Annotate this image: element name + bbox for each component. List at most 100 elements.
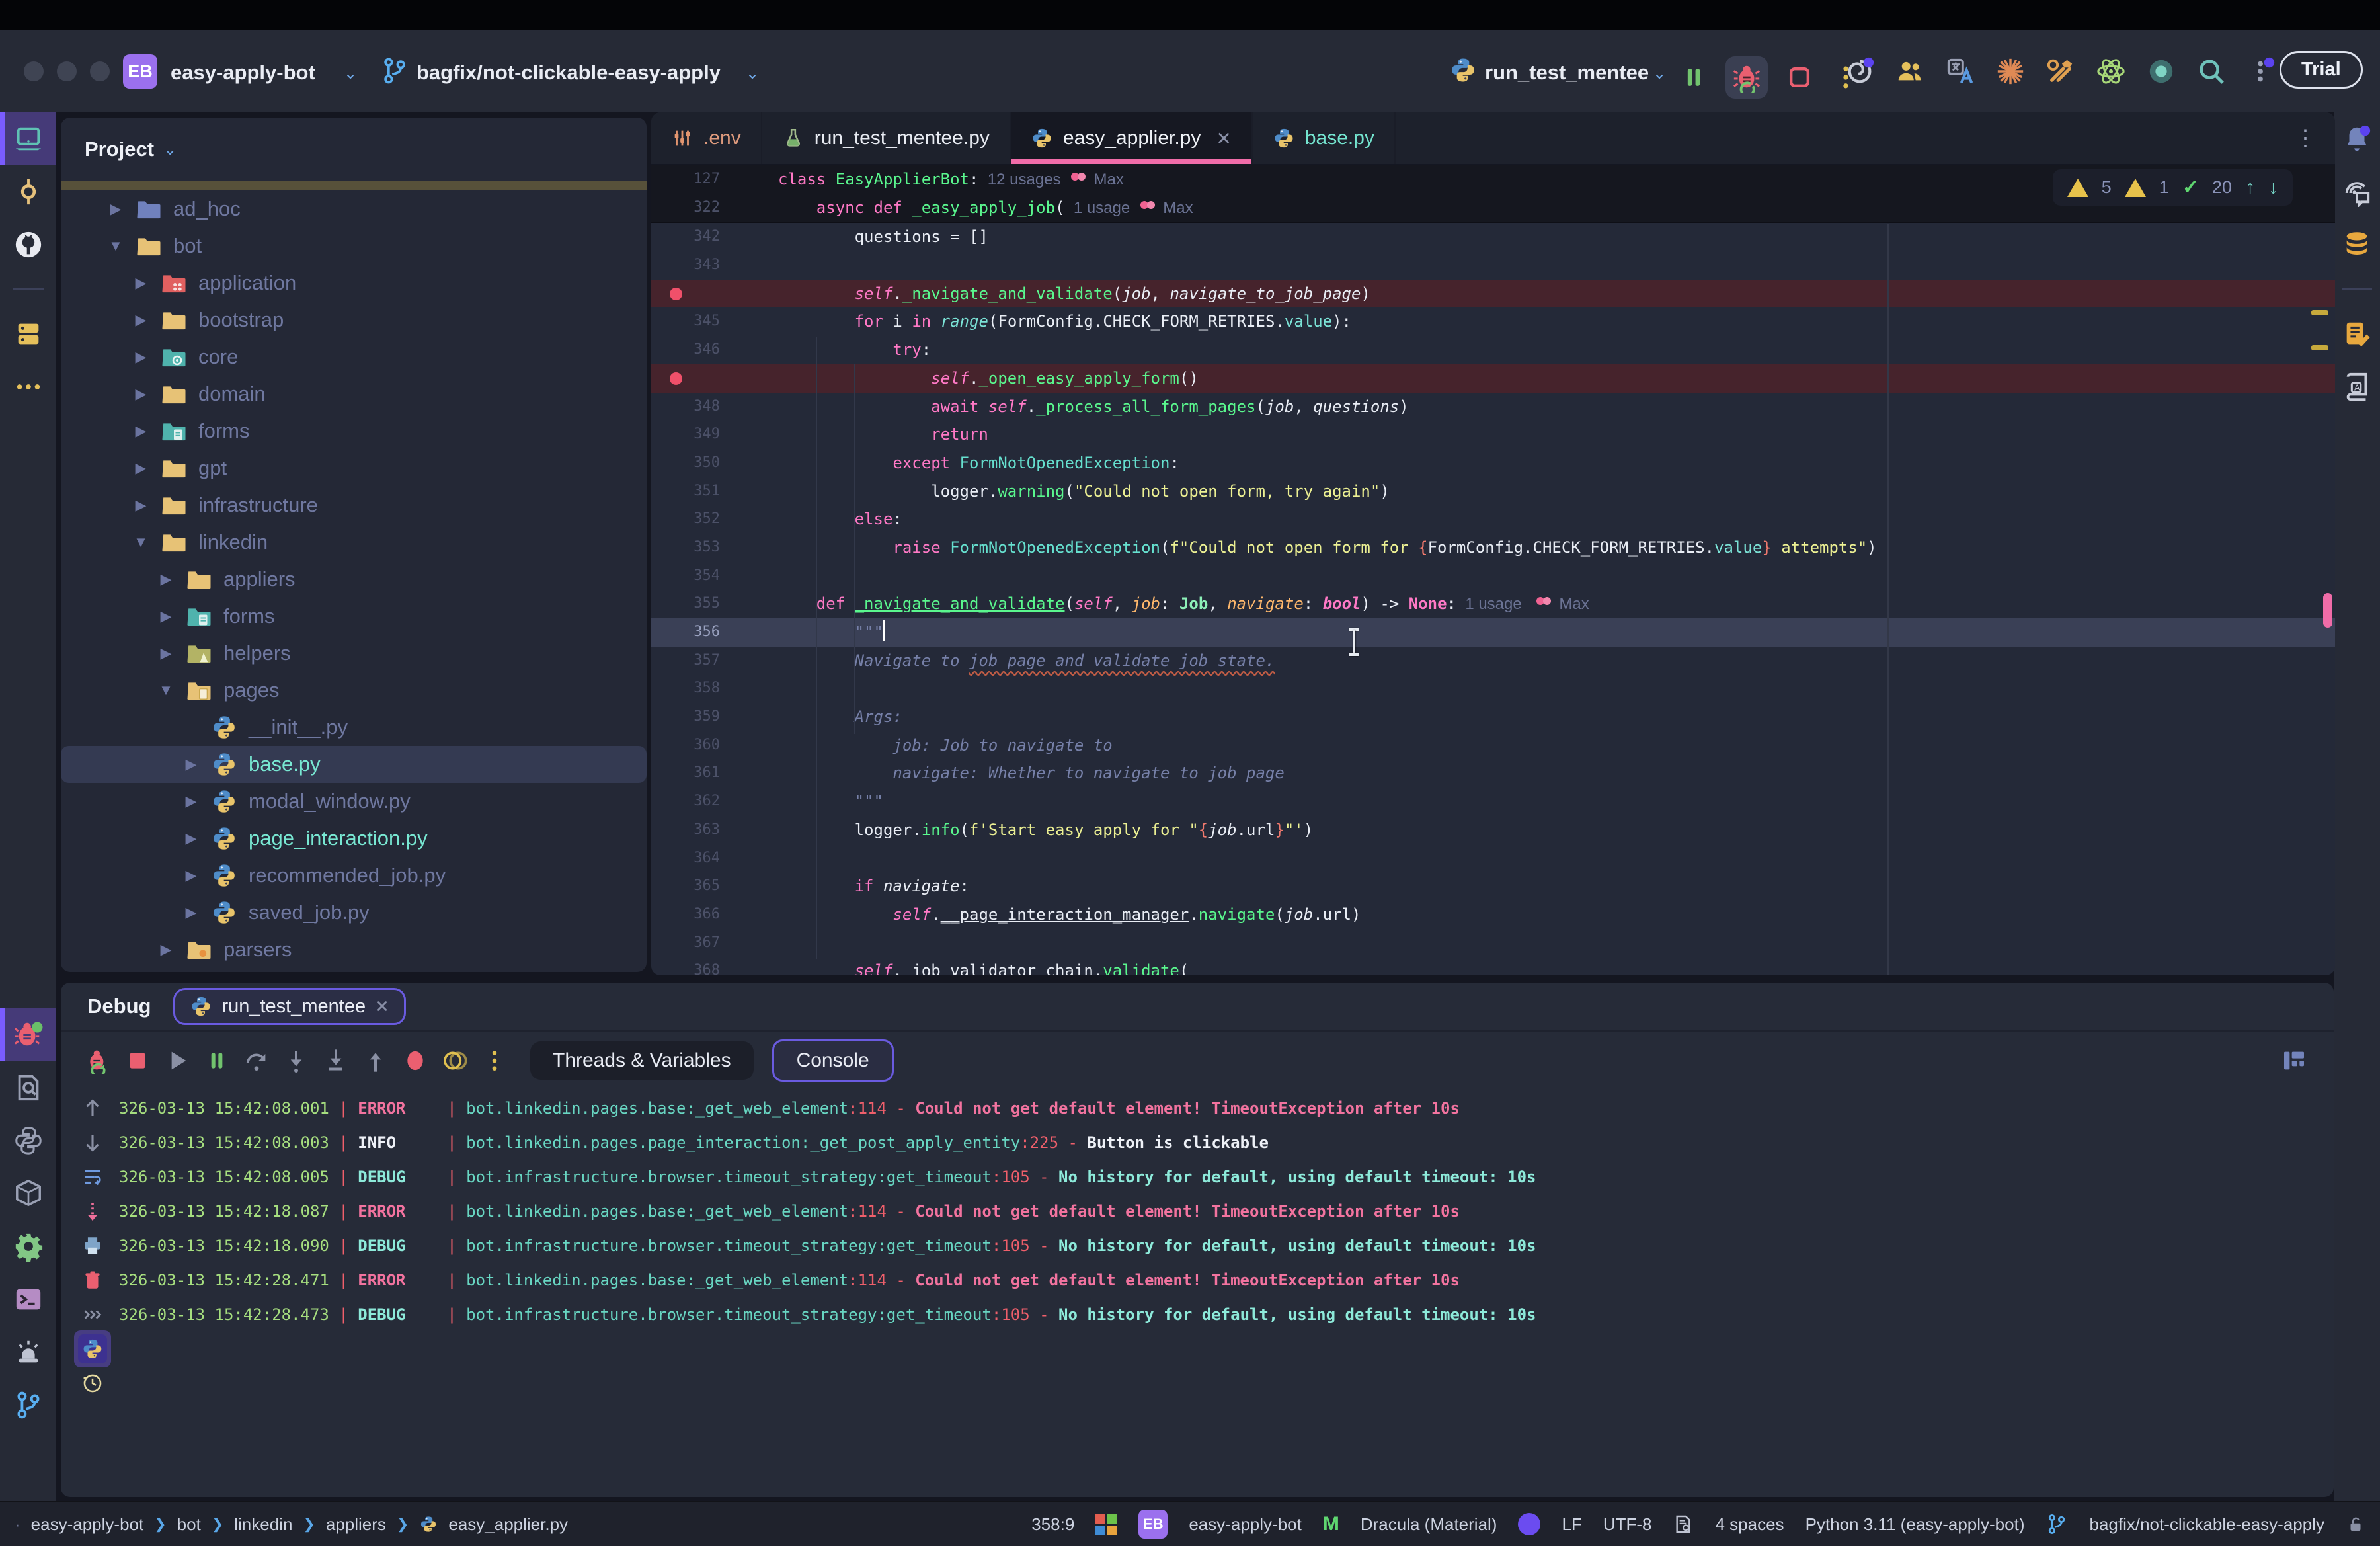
print-button[interactable] bbox=[61, 1229, 124, 1263]
chevron-collapsed-icon[interactable]: ▶ bbox=[107, 200, 124, 218]
breakpoint-icon[interactable] bbox=[670, 288, 682, 300]
code-line[interactable]: 364 bbox=[651, 844, 2335, 873]
debug-session-tab[interactable]: run_test_mentee ✕ bbox=[173, 988, 405, 1025]
code-line[interactable]: 361 navigate: Whether to navigate to job… bbox=[651, 759, 2335, 788]
tree-item-bootstrap[interactable]: ▶bootstrap bbox=[61, 302, 647, 339]
code-line[interactable]: 342 questions = [] bbox=[651, 223, 2335, 251]
chevron-collapsed-icon[interactable]: ▶ bbox=[182, 756, 200, 773]
ai-swirl-icon[interactable] bbox=[1844, 56, 1875, 87]
editor-tab-base.py[interactable]: base.py bbox=[1253, 112, 1396, 164]
code-line[interactable]: 355 def _navigate_and_validate(self, job… bbox=[651, 590, 2335, 618]
layout-settings-icon[interactable] bbox=[2281, 1047, 2307, 1074]
tree-item-core[interactable]: ▶core bbox=[61, 339, 647, 376]
chevron-collapsed-icon[interactable]: ▶ bbox=[132, 423, 149, 440]
tab-options-kebab-icon[interactable]: ⋮ bbox=[2276, 112, 2335, 164]
pause-button[interactable] bbox=[1679, 63, 1708, 92]
code-line[interactable]: 348 await self._process_all_form_pages(j… bbox=[651, 393, 2335, 421]
tree-item-pages[interactable]: ▼pages bbox=[61, 672, 647, 709]
line-number[interactable]: 357 bbox=[651, 647, 720, 675]
sidebar-item-notifications[interactable] bbox=[2334, 112, 2380, 165]
record-icon[interactable] bbox=[2146, 56, 2176, 87]
chevron-collapsed-icon[interactable]: ▶ bbox=[132, 311, 149, 329]
code-line[interactable]: 351 logger.warning("Could not open form,… bbox=[651, 477, 2335, 506]
code-line[interactable]: 343 bbox=[651, 251, 2335, 280]
line-number[interactable]: 367 bbox=[651, 929, 720, 957]
code-line[interactable]: 365 if navigate: bbox=[651, 872, 2335, 901]
indent-widget[interactable]: 4 spaces bbox=[1715, 1514, 1784, 1535]
sidebar-item-documentation-tool-window[interactable]: A bbox=[2334, 360, 2380, 413]
theme-color-dot[interactable] bbox=[1518, 1513, 1540, 1535]
code-line[interactable]: 349 return bbox=[651, 421, 2335, 449]
tree-item-base.py[interactable]: ▶base.py bbox=[61, 746, 647, 783]
translate-icon[interactable] bbox=[1945, 56, 1975, 87]
line-number[interactable]: 362 bbox=[651, 788, 720, 816]
line-number[interactable]: 352 bbox=[651, 505, 720, 534]
traffic-light-minimize[interactable] bbox=[57, 61, 77, 81]
breadcrumb-item[interactable]: easy-apply-bot bbox=[31, 1514, 144, 1535]
sidebar-item-services-tool-window[interactable] bbox=[0, 1220, 56, 1273]
project-root-row[interactable] bbox=[61, 181, 647, 190]
chevron-expanded-icon[interactable]: ▼ bbox=[107, 237, 124, 255]
sidebar-item-more-tool-windows[interactable] bbox=[0, 360, 56, 413]
line-number[interactable]: 361 bbox=[651, 759, 720, 788]
scroll-down-button[interactable] bbox=[61, 1125, 124, 1160]
line-number[interactable]: 348 bbox=[651, 393, 720, 421]
close-icon[interactable]: ✕ bbox=[375, 997, 389, 1017]
tools-icon[interactable] bbox=[2045, 56, 2076, 87]
code-editor[interactable]: 342 questions = []343 self._navigate_and… bbox=[651, 223, 2335, 975]
code-line[interactable]: 350 except FormNotOpenedException: bbox=[651, 449, 2335, 477]
breadcrumb-item[interactable]: appliers bbox=[326, 1514, 386, 1535]
chevron-collapsed-icon[interactable]: ▶ bbox=[157, 941, 175, 958]
sidebar-item-ai-assistant[interactable] bbox=[2334, 165, 2380, 218]
code-line[interactable]: self._open_easy_apply_form() bbox=[651, 364, 2335, 393]
tree-item-recommended_job.py[interactable]: ▶recommended_job.py bbox=[61, 857, 647, 894]
project-selector[interactable]: easy-apply-bot bbox=[171, 61, 315, 85]
python-console-sel-button[interactable] bbox=[61, 1332, 124, 1366]
line-number[interactable]: 353 bbox=[651, 534, 720, 562]
chevron-collapsed-icon[interactable]: ▶ bbox=[132, 460, 149, 477]
mute-breakpoints-button[interactable] bbox=[438, 1043, 472, 1078]
stop-filled-button[interactable] bbox=[120, 1043, 155, 1078]
line-number[interactable]: 368 bbox=[651, 957, 720, 975]
console-log-output[interactable]: 326-03-13 15:42:08.001 | ERROR| bot.link… bbox=[119, 1091, 2327, 1497]
sidebar-item-python-console[interactable] bbox=[0, 1114, 56, 1167]
code-line[interactable]: 368 self._job_validator_chain.validate( bbox=[651, 957, 2335, 975]
line-number[interactable]: 359 bbox=[651, 703, 720, 731]
tree-item-ad_hoc[interactable]: ▶ad_hoc bbox=[61, 190, 647, 227]
prev-problem-arrow[interactable]: ↑ bbox=[2245, 177, 2255, 199]
kebab-yellow-button[interactable] bbox=[477, 1043, 512, 1078]
code-line[interactable]: 359 Args: bbox=[651, 703, 2335, 731]
run-config-selector[interactable]: run_test_mentee bbox=[1485, 61, 1649, 85]
branch-selector[interactable]: bagfix/not-clickable-easy-apply bbox=[416, 61, 721, 85]
soft-wrap-button[interactable] bbox=[61, 1160, 124, 1194]
editor-tab-.env[interactable]: .env bbox=[651, 112, 762, 164]
sidebar-item-github-tool-window[interactable] bbox=[0, 218, 56, 271]
tree-item-__init__.py[interactable]: __init__.py bbox=[61, 709, 647, 746]
chevron-collapsed-icon[interactable]: ▶ bbox=[132, 386, 149, 403]
tree-item-modal_window.py[interactable]: ▶modal_window.py bbox=[61, 783, 647, 820]
editor-tab-run_test_mentee.py[interactable]: run_test_mentee.py bbox=[762, 112, 1011, 164]
line-number[interactable]: 358 bbox=[651, 674, 720, 703]
debug-view-tab-threads-variables[interactable]: Threads & Variables bbox=[530, 1041, 754, 1080]
code-line[interactable]: 345 for i in range(FormConfig.CHECK_FORM… bbox=[651, 307, 2335, 336]
inspections-widget[interactable]: 5 1 ✓ 20 ↑ ↓ bbox=[2053, 169, 2293, 206]
tree-item-saved_job.py[interactable]: ▶saved_job.py bbox=[61, 894, 647, 931]
kebab-dot-icon[interactable] bbox=[2246, 56, 2277, 87]
breadcrumb-item[interactable]: easy_applier.py bbox=[448, 1514, 568, 1535]
tree-item-domain[interactable]: ▶domain bbox=[61, 376, 647, 413]
line-number[interactable]: 355 bbox=[651, 590, 720, 618]
line-number[interactable]: 322 bbox=[651, 194, 720, 222]
chevron-collapsed-icon[interactable]: ▶ bbox=[157, 645, 175, 662]
line-number[interactable]: 349 bbox=[651, 421, 720, 449]
tree-item-page_interaction.py[interactable]: ▶page_interaction.py bbox=[61, 820, 647, 857]
tree-item-forms[interactable]: ▶forms bbox=[61, 598, 647, 635]
window-grid-icon[interactable] bbox=[1095, 1514, 1117, 1535]
step-over-button[interactable] bbox=[239, 1043, 274, 1078]
tree-item-helpers[interactable]: ▶helpers bbox=[61, 635, 647, 672]
line-number[interactable]: 356 bbox=[651, 618, 720, 647]
chevron-collapsed-icon[interactable]: ▶ bbox=[182, 904, 200, 921]
breadcrumb-item[interactable]: bot bbox=[177, 1514, 201, 1535]
chevron-collapsed-icon[interactable]: ▶ bbox=[182, 830, 200, 847]
sidebar-item-debug-tool-window[interactable] bbox=[0, 1008, 56, 1061]
line-number[interactable]: 365 bbox=[651, 872, 720, 901]
